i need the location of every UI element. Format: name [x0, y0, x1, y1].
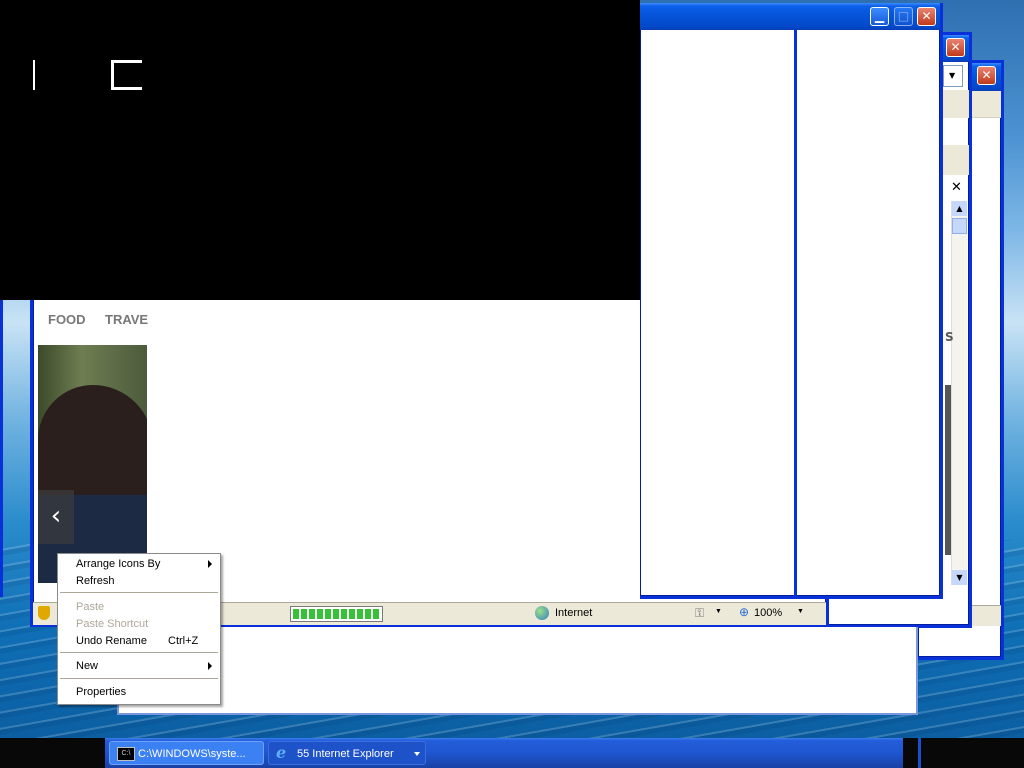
- cmd-icon: C:\: [117, 747, 135, 761]
- minimize-button[interactable]: ▁: [870, 7, 889, 26]
- progress-fill: [293, 609, 380, 619]
- scroll-down-arrow[interactable]: ▼: [952, 570, 967, 585]
- menu-separator: [60, 678, 218, 679]
- scroll-thumb[interactable]: [952, 218, 967, 234]
- system-tray[interactable]: [903, 738, 1024, 768]
- menu-item-label: Paste Shortcut: [76, 618, 149, 630]
- scroll-up-arrow[interactable]: ▲: [952, 201, 967, 216]
- address-combo[interactable]: ▼: [943, 65, 963, 87]
- desktop-context-menu: Arrange Icons By Refresh Paste Paste Sho…: [57, 553, 221, 705]
- ie-icon: e: [276, 743, 287, 762]
- submenu-arrow-icon: [208, 560, 212, 568]
- close-button[interactable]: ✕: [977, 66, 996, 85]
- group-dropdown-arrow: [414, 752, 420, 756]
- chevron-down-icon: ▼: [949, 71, 956, 80]
- menu-item-label: Refresh: [76, 575, 115, 587]
- taskbar-button-ie-group[interactable]: e 55 Internet Explorer: [268, 741, 426, 765]
- zoom-icon: ⊕: [739, 605, 750, 619]
- menu-item-shortcut: Ctrl+Z: [168, 635, 199, 647]
- lower-dialog[interactable]: [117, 627, 918, 715]
- taskbar: C:\ C:\WINDOWS\syste... e 55 Internet Ex…: [0, 738, 1024, 768]
- menu-item-new[interactable]: New: [76, 658, 98, 674]
- taskbar-button-cmd[interactable]: C:\ C:\WINDOWS\syste...: [109, 741, 264, 765]
- close-tab-icon[interactable]: ✕: [951, 180, 962, 195]
- menu-item-refresh[interactable]: Refresh: [76, 573, 115, 589]
- security-shield-icon: [38, 606, 50, 620]
- maximize-button: □: [894, 7, 913, 26]
- menu-item-label: Arrange Icons By: [76, 558, 161, 570]
- menu-item-paste: Paste: [76, 599, 104, 615]
- menu-separator: [60, 592, 218, 593]
- start-area[interactable]: [0, 738, 105, 768]
- side-text: S: [945, 330, 954, 344]
- menu-separator: [60, 652, 218, 653]
- console-overlay: [0, 0, 640, 300]
- menu-item-arrange-icons-by[interactable]: Arrange Icons By: [76, 556, 160, 572]
- submenu-arrow-icon: [208, 662, 212, 670]
- menu-item-label: Properties: [76, 686, 127, 698]
- menu-item-undo-rename[interactable]: Undo Rename Ctrl+Z: [76, 633, 216, 649]
- taskbar-button-label: C:\WINDOWS\syste...: [138, 748, 246, 760]
- bracket-glyph: [111, 60, 142, 90]
- nav-link-travel[interactable]: TRAVE: [105, 312, 148, 327]
- menu-item-label: New: [76, 660, 99, 672]
- carousel-prev-button[interactable]: ‹: [38, 490, 74, 544]
- chevron-down-icon[interactable]: ▼: [715, 608, 722, 615]
- text-cursor: [33, 60, 35, 90]
- close-button[interactable]: ✕: [917, 7, 936, 26]
- tray-divider: [918, 738, 921, 768]
- page-image-strip: [945, 385, 951, 555]
- nav-link-food[interactable]: FOOD: [48, 312, 86, 327]
- menu-item-properties[interactable]: Properties: [76, 684, 126, 700]
- internet-zone-label: Internet: [555, 607, 593, 619]
- lock-icon[interactable]: ⚿: [695, 606, 704, 621]
- zoom-level[interactable]: 100%: [754, 607, 782, 619]
- zoom-dropdown-arrow[interactable]: ▼: [797, 608, 804, 615]
- menu-item-label: Undo Rename: [76, 635, 147, 647]
- globe-icon: [535, 606, 549, 620]
- pane-divider[interactable]: [794, 30, 797, 596]
- close-button[interactable]: ✕: [946, 38, 965, 57]
- taskbar-button-label: 55 Internet Explorer: [297, 748, 394, 760]
- desktop-window-edge: [0, 290, 3, 597]
- front-window[interactable]: ▁ □ ✕: [640, 3, 943, 599]
- vertical-scrollbar[interactable]: ▲ ▼: [951, 201, 967, 585]
- menu-item-paste-shortcut: Paste Shortcut: [76, 616, 148, 632]
- menu-item-label: Paste: [76, 601, 105, 613]
- loading-progress-bar: [290, 606, 383, 622]
- hero-photo: [38, 345, 147, 583]
